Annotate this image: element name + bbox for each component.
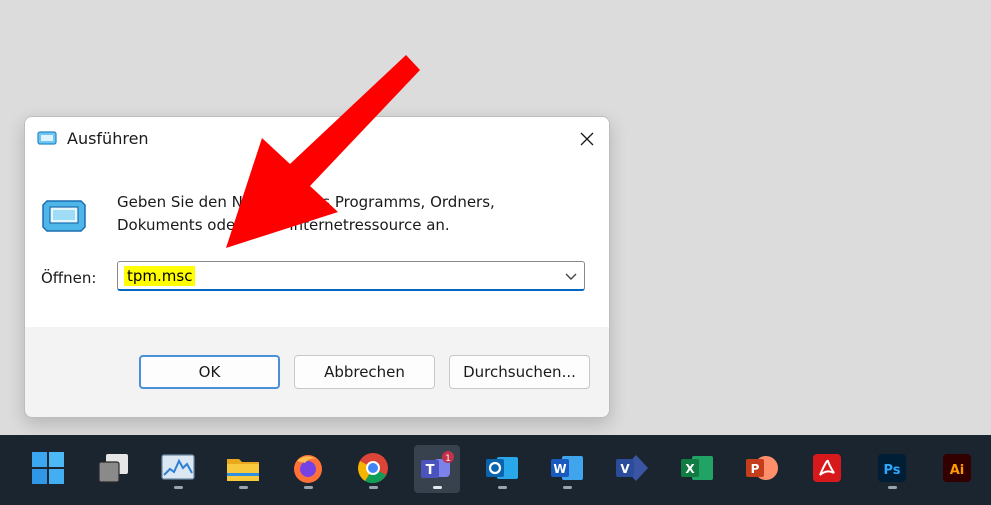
task-view-icon [98,454,128,483]
excel-icon: X [681,456,713,480]
browse-button[interactable]: Durchsuchen... [449,355,590,389]
teams-icon: T 1 [421,451,454,478]
running-indicator [174,486,183,489]
taskbar-start[interactable] [25,445,71,493]
taskbar-task-view[interactable] [90,445,136,493]
running-indicator [563,486,572,489]
photoshop-label: Ps [883,463,900,478]
prompt-line-2: Dokuments oder einer Internetressource a… [117,216,450,234]
title-bar[interactable]: Ausführen [25,117,609,161]
resource-monitor-icon [161,454,195,480]
running-indicator [433,486,442,489]
open-input-value[interactable]: tpm.msc [124,266,196,286]
taskbar-outlook[interactable] [479,445,525,493]
run-icon [37,131,57,145]
taskbar-firefox[interactable] [285,445,331,493]
running-indicator [239,486,248,489]
visio-icon: V [616,455,648,481]
taskbar-powerpoint[interactable]: P [739,445,785,493]
svg-text:T: T [426,463,435,478]
notification-badge: 1 [445,454,451,464]
running-indicator [304,486,313,489]
acrobat-icon [813,454,841,482]
firefox-icon [294,455,322,483]
open-combobox[interactable]: tpm.msc [117,261,585,291]
run-icon-large [42,200,86,232]
prompt-text: Geben Sie den Namen eines Programms, Ord… [117,191,587,237]
close-icon [580,132,594,146]
taskbar-resource-monitor[interactable] [155,445,201,493]
illustrator-icon: Ai [943,454,971,482]
svg-text:X: X [685,462,695,476]
taskbar-word[interactable]: W [544,445,590,493]
word-icon: W [551,456,583,480]
cancel-button[interactable]: Abbrechen [294,355,435,389]
taskbar-excel[interactable]: X [674,445,720,493]
outlook-icon [486,457,518,479]
svg-text:P: P [751,462,760,476]
start-icon [32,452,64,484]
chrome-icon [358,453,388,484]
taskbar-visio[interactable]: V [609,445,655,493]
svg-text:W: W [553,462,566,476]
running-indicator [888,486,897,489]
close-button[interactable] [573,125,601,153]
file-explorer-icon [227,459,259,481]
taskbar: T 1 W V X P Ps Ai [0,435,991,505]
taskbar-file-explorer[interactable] [220,445,266,493]
taskbar-photoshop[interactable]: Ps [869,445,915,493]
running-indicator [369,486,378,489]
illustrator-label: Ai [950,463,965,478]
run-dialog: Ausführen Geben Sie den Namen eines Prog… [24,116,610,418]
taskbar-acrobat[interactable] [804,445,850,493]
svg-text:V: V [620,462,630,476]
taskbar-illustrator[interactable]: Ai [934,445,980,493]
ok-button[interactable]: OK [139,355,280,389]
open-label: Öffnen: [41,269,97,287]
photoshop-icon: Ps [878,454,906,482]
taskbar-teams[interactable]: T 1 [414,445,460,493]
powerpoint-icon: P [746,456,778,480]
taskbar-chrome[interactable] [350,445,396,493]
dialog-title: Ausführen [67,129,149,148]
dialog-content: Geben Sie den Namen eines Programms, Ord… [25,161,609,327]
running-indicator [498,486,507,489]
chevron-down-icon[interactable] [564,270,578,282]
prompt-line-1: Geben Sie den Namen eines Programms, Ord… [117,193,495,211]
